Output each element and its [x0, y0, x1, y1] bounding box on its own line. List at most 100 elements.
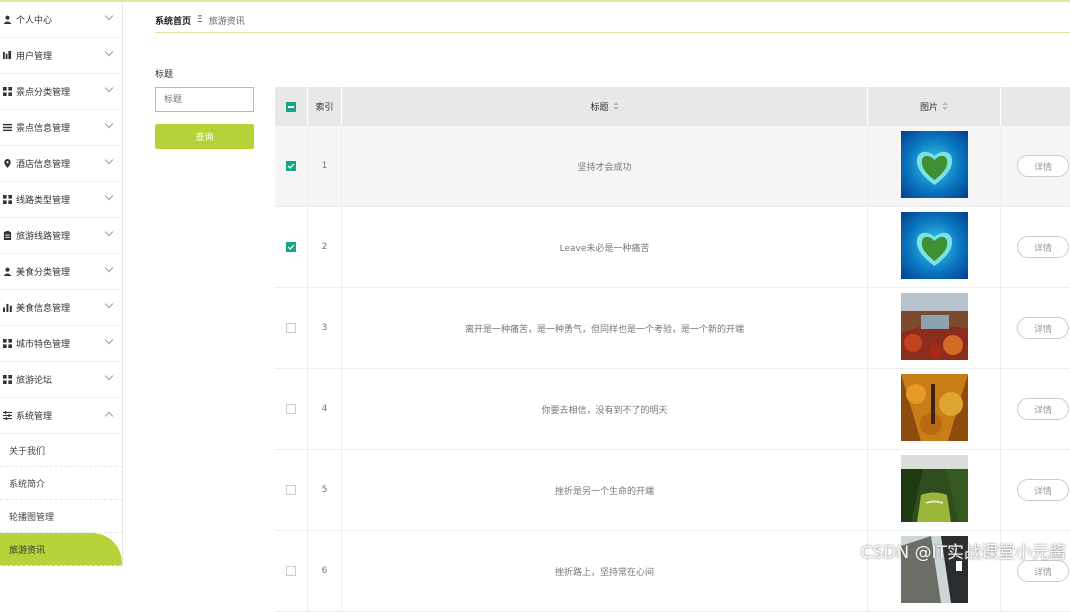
sidebar-item[interactable]: 美食分类管理: [0, 254, 122, 290]
row-select-cell: [275, 531, 308, 611]
row-checkbox[interactable]: [286, 404, 296, 414]
sidebar-item-label: 用户管理: [16, 52, 53, 62]
table-row[interactable]: 2 Leave未必是一种痛苦 详情: [275, 207, 1070, 288]
row-select-cell: [275, 369, 308, 449]
sidebar-subitem[interactable]: 系统简介: [0, 467, 122, 500]
row-thumbnail[interactable]: [900, 131, 968, 201]
row-image-cell: [868, 450, 1001, 530]
sidebar-item[interactable]: 酒店信息管理: [0, 146, 122, 182]
breadcrumb-separator: Ξ: [197, 15, 203, 25]
header-title-label: 标题: [590, 103, 609, 113]
row-title: Leave未必是一种痛苦: [342, 207, 868, 287]
sidebar-item-label: 酒店信息管理: [16, 160, 71, 170]
sliders-icon: [2, 411, 12, 421]
bar-chart-icon: [2, 303, 12, 313]
sidebar-subitem[interactable]: 轮播图管理: [0, 500, 122, 533]
chevron-down-icon: [104, 299, 114, 309]
users-icon: [2, 51, 12, 61]
sidebar-subitem[interactable]: 旅游资讯: [0, 533, 122, 566]
detail-button[interactable]: 详情: [1017, 236, 1069, 258]
chevron-up-icon: [104, 411, 114, 421]
row-checkbox[interactable]: [286, 161, 296, 171]
checkmark-icon: [287, 244, 295, 250]
breadcrumb-current: 旅游资讯: [208, 16, 245, 27]
sidebar-item[interactable]: 旅游论坛: [0, 362, 122, 398]
row-thumbnail[interactable]: [900, 374, 968, 444]
row-image-cell: [868, 207, 1001, 287]
table-row[interactable]: 1 坚持才会成功 详情: [275, 126, 1070, 207]
row-index: 4: [308, 369, 342, 449]
row-image-cell: [868, 288, 1001, 368]
row-checkbox[interactable]: [286, 323, 296, 333]
row-actions: 详情: [1001, 126, 1070, 206]
row-thumbnail[interactable]: [900, 293, 968, 363]
sidebar-item-label: 旅游线路管理: [16, 232, 71, 242]
top-accent-line: [0, 0, 1070, 2]
row-index: 2: [308, 207, 342, 287]
search-input[interactable]: [155, 87, 254, 112]
row-image-cell: [868, 369, 1001, 449]
chevron-down-icon: [104, 11, 114, 21]
detail-button[interactable]: 详情: [1017, 155, 1069, 177]
sidebar-item-label: 美食信息管理: [16, 304, 71, 314]
row-title: 你要去相信，没有到不了的明天: [342, 369, 868, 449]
sidebar-item[interactable]: 用户管理: [0, 38, 122, 74]
row-select-cell: [275, 207, 308, 287]
table-row[interactable]: 3 离开是一种痛苦，是一种勇气，但同样也是一个考验，是一个新的开端 详情: [275, 288, 1070, 369]
breadcrumb: 系统首页 Ξ 旅游资讯: [155, 8, 1070, 33]
detail-button[interactable]: 详情: [1017, 560, 1069, 582]
header-image[interactable]: 图片: [868, 87, 1001, 126]
sidebar-subitem[interactable]: 关于我们: [0, 434, 122, 467]
table-header: 索引 标题 图片: [275, 87, 1070, 126]
detail-button[interactable]: 详情: [1017, 479, 1069, 501]
table-row[interactable]: 4 你要去相信，没有到不了的明天 详情: [275, 369, 1070, 450]
sidebar-item[interactable]: 美食信息管理: [0, 290, 122, 326]
sort-icon[interactable]: [942, 102, 948, 111]
row-index: 6: [308, 531, 342, 611]
row-checkbox[interactable]: [286, 242, 296, 252]
detail-button[interactable]: 详情: [1017, 317, 1069, 339]
row-select-cell: [275, 126, 308, 206]
sidebar-item[interactable]: 个人中心: [0, 2, 122, 38]
detail-button[interactable]: 详情: [1017, 398, 1069, 420]
row-select-cell: [275, 288, 308, 368]
sort-icon[interactable]: [612, 102, 619, 111]
grid-icon: [2, 87, 12, 97]
sidebar-item[interactable]: 旅游线路管理: [0, 218, 122, 254]
row-select-cell: [275, 450, 308, 530]
sidebar-item[interactable]: 城市特色管理: [0, 326, 122, 362]
sidebar-item[interactable]: 线路类型管理: [0, 182, 122, 218]
row-title: 挫折是另一个生命的开端: [342, 450, 868, 530]
chevron-down-icon: [104, 191, 114, 201]
sidebar-item[interactable]: 系统管理: [0, 398, 122, 434]
sidebar-item-label: 景点信息管理: [16, 124, 71, 134]
table-row[interactable]: 5 挫折是另一个生命的开端 详情: [275, 450, 1070, 531]
sidebar-item[interactable]: 景点分类管理: [0, 74, 122, 110]
row-title: 离开是一种痛苦，是一种勇气，但同样也是一个考验，是一个新的开端: [342, 288, 868, 368]
row-index: 1: [308, 126, 342, 206]
clipboard-icon: [2, 231, 12, 241]
sidebar-item[interactable]: 景点信息管理: [0, 110, 122, 146]
row-actions: 详情: [1001, 288, 1070, 368]
sidebar-item-label: 美食分类管理: [16, 268, 71, 278]
grid-icon: [2, 195, 12, 205]
row-checkbox[interactable]: [286, 566, 296, 576]
row-title: 挫折路上，坚持常在心间: [342, 531, 868, 611]
row-thumbnail[interactable]: [900, 455, 968, 525]
breadcrumb-home[interactable]: 系统首页: [155, 14, 191, 27]
row-checkbox[interactable]: [286, 485, 296, 495]
sidebar-item-label: 个人中心: [16, 16, 53, 26]
chevron-down-icon: [104, 335, 114, 345]
chevron-down-icon: [104, 227, 114, 237]
data-table: 索引 标题 图片 1 坚持才会成功 详情 2 Leave未必是一种痛苦 详情 3 离开是一种痛…: [275, 87, 1070, 612]
header-image-label: 图片: [919, 103, 938, 113]
chevron-down-icon: [104, 371, 114, 381]
search-button[interactable]: 查询: [155, 124, 254, 149]
header-title[interactable]: 标题: [342, 87, 868, 126]
row-thumbnail[interactable]: [900, 212, 968, 282]
sidebar-item-label: 城市特色管理: [16, 340, 71, 350]
search-label: 标题: [155, 70, 174, 80]
location-pin-icon: [2, 159, 12, 169]
row-image-cell: [868, 126, 1001, 206]
select-all-checkbox[interactable]: [286, 101, 296, 112]
